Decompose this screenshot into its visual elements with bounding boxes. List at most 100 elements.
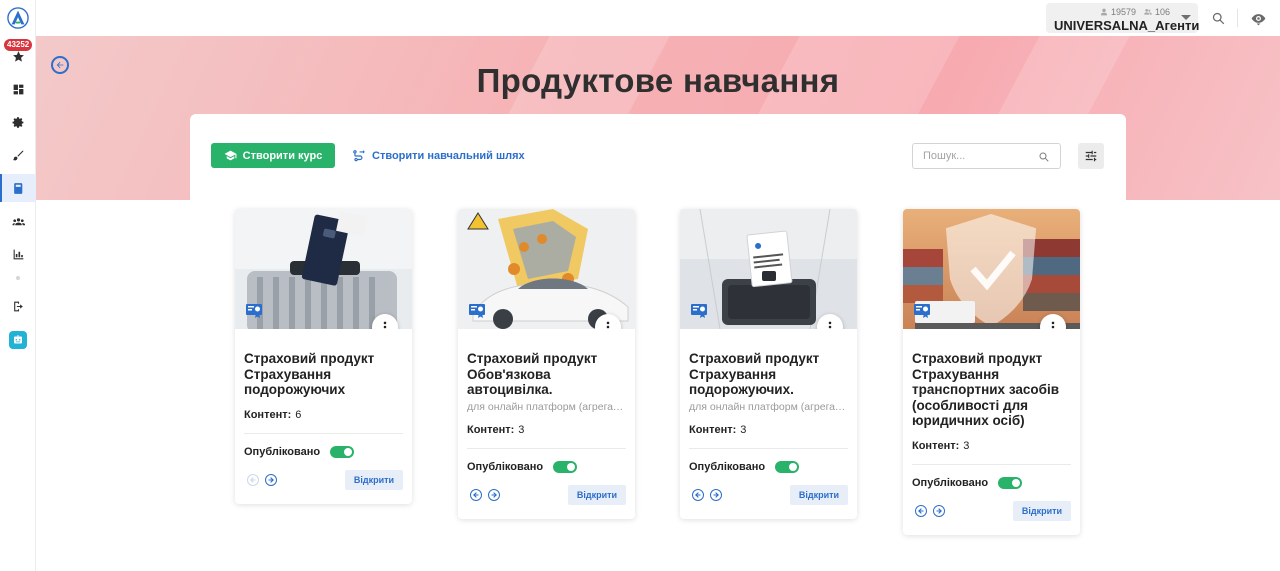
- published-toggle[interactable]: [998, 476, 1023, 489]
- book-icon: [13, 182, 22, 194]
- sidebar-item-dashboard[interactable]: [0, 75, 36, 103]
- create-learning-path-button[interactable]: Створити навчальний шлях: [352, 147, 525, 165]
- card-content-count: Контент: 3: [467, 423, 525, 436]
- move-right-button[interactable]: [488, 488, 500, 501]
- card-divider: [467, 447, 626, 449]
- arrow-right-icon: [268, 476, 274, 483]
- sidebar-divider-dot: [16, 276, 20, 280]
- open-button[interactable]: Відкрити: [1013, 500, 1071, 521]
- user-name: UNIVERSALNA_Агенти: [1054, 18, 1200, 33]
- card-content-count: Контент: 3: [912, 439, 970, 452]
- star-icon: [12, 50, 24, 62]
- notification-badge[interactable]: 43252: [4, 39, 33, 51]
- move-left-button[interactable]: [470, 488, 482, 501]
- search-icon: [1212, 12, 1224, 24]
- search-input[interactable]: [913, 144, 1033, 168]
- sidebar-item-design[interactable]: [0, 141, 36, 169]
- course-image: [680, 209, 857, 329]
- group-icon: [1144, 8, 1152, 16]
- sidebar-item-reports[interactable]: [0, 240, 36, 268]
- course-image: [458, 209, 635, 329]
- more-vertical-icon: [606, 321, 610, 329]
- open-button[interactable]: Відкрити: [568, 484, 626, 505]
- course-type-icon: [691, 304, 707, 318]
- course-card[interactable]: Страховий продукт Страхування подорожуюч…: [680, 209, 857, 519]
- published-label: Опубліковано: [244, 445, 321, 458]
- sidebar-item-settings[interactable]: [0, 108, 36, 136]
- course-card[interactable]: Страховий продукт Страхування подорожуюч…: [235, 209, 412, 504]
- search-button[interactable]: [1209, 9, 1227, 27]
- sidebar-item-logout[interactable]: [0, 292, 36, 320]
- move-left-button[interactable]: [915, 504, 927, 517]
- move-right-button[interactable]: [933, 504, 945, 517]
- sidebar: 43252: [0, 0, 36, 571]
- dashboard-icon: [13, 84, 23, 94]
- eye-icon: [1251, 13, 1265, 25]
- create-course-button[interactable]: Створити курс: [211, 143, 335, 168]
- sliders-icon: [1085, 150, 1097, 162]
- more-vertical-icon: [383, 321, 387, 329]
- more-vertical-icon: [828, 321, 832, 329]
- open-button[interactable]: Відкрити: [345, 469, 403, 490]
- course-type-icon: [246, 304, 262, 318]
- sidebar-item-learning[interactable]: [0, 174, 36, 202]
- gear-icon: [12, 116, 23, 128]
- route-icon: [353, 150, 365, 162]
- app-logo[interactable]: [7, 7, 29, 29]
- search-field[interactable]: [912, 143, 1061, 169]
- chevron-down-icon: [1181, 15, 1191, 20]
- arrow-left-icon: [250, 476, 256, 483]
- graduation-cap-icon: [224, 150, 237, 161]
- move-right-button[interactable]: [710, 488, 722, 501]
- people-icon: [12, 217, 25, 225]
- published-label: Опубліковано: [912, 476, 989, 489]
- card-divider: [244, 432, 403, 434]
- published-toggle[interactable]: [775, 460, 800, 473]
- move-left-button[interactable]: [247, 473, 259, 486]
- filter-button[interactable]: [1078, 143, 1104, 169]
- card-title: Страховий продукт Страхування подорожуюч…: [689, 351, 820, 397]
- card-divider: [912, 463, 1071, 465]
- arrow-left-icon: [918, 507, 924, 514]
- published-label: Опубліковано: [467, 460, 544, 473]
- card-content-count: Контент: 3: [689, 423, 747, 436]
- sidebar-item-assistant[interactable]: [9, 331, 27, 349]
- logout-icon: [13, 301, 23, 311]
- published-toggle[interactable]: [330, 445, 355, 458]
- published-toggle[interactable]: [553, 460, 578, 473]
- search-icon: [1038, 150, 1050, 162]
- person-icon: [1100, 8, 1108, 16]
- course-type-icon: [914, 304, 930, 318]
- published-label: Опубліковано: [689, 460, 766, 473]
- arrow-right-icon: [491, 491, 497, 498]
- page-title: Продуктове навчання: [476, 62, 840, 99]
- arrow-left-icon: [695, 491, 701, 498]
- open-button[interactable]: Відкрити: [790, 484, 848, 505]
- card-title: Страховий продукт Страхування транспортн…: [912, 351, 1060, 428]
- bot-icon: [14, 335, 22, 344]
- preview-button[interactable]: [1249, 9, 1267, 27]
- card-divider: [689, 447, 848, 449]
- arrow-right-icon: [713, 491, 719, 498]
- card-content-count: Контент: 6: [244, 408, 302, 421]
- card-subtitle: для онлайн платформ (агрегато...: [689, 400, 848, 413]
- toolbar-panel: Створити курс Створити навчальний шлях: [190, 114, 1126, 200]
- course-card[interactable]: Страховий продукт Обов'язкова автоцивілк…: [458, 209, 635, 519]
- course-card[interactable]: Страховий продукт Страхування транспортн…: [903, 209, 1080, 535]
- card-title: Страховий продукт Обов'язкова автоцивілк…: [467, 351, 598, 397]
- course-type-icon: [469, 304, 485, 318]
- topbar-divider: [1237, 9, 1238, 27]
- move-right-button[interactable]: [265, 473, 277, 486]
- arrow-left-icon: [473, 491, 479, 498]
- user-menu[interactable]: 19579 106 UNIVERSALNA_Агенти: [1046, 3, 1200, 33]
- brush-icon: [12, 150, 23, 160]
- chart-icon: [13, 249, 23, 259]
- user-count: 19579: [1100, 7, 1136, 17]
- user-stats: 19579 106: [1100, 7, 1170, 17]
- card-title: Страховий продукт Страхування подорожуюч…: [244, 351, 375, 397]
- top-bar: 19579 106 UNIVERSALNA_Агенти: [36, 0, 1280, 36]
- course-image: [903, 209, 1080, 329]
- more-vertical-icon: [1051, 321, 1055, 329]
- move-left-button[interactable]: [692, 488, 704, 501]
- sidebar-item-users[interactable]: [0, 207, 36, 235]
